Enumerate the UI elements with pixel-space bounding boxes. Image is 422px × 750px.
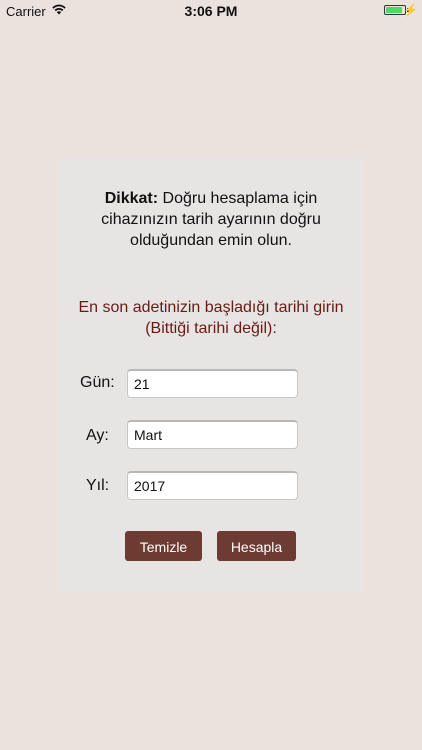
month-input[interactable]: Mart [127,420,298,449]
battery-level [386,7,403,13]
form-card: Dikkat: Doğru hesaplama için cihazınızın… [58,158,364,592]
day-label: Gün: [80,374,115,391]
warning-prefix: Dikkat: [104,190,159,207]
clear-button[interactable]: Temizle [125,531,202,561]
status-bar: Carrier 3:06 PM ⚡ [0,0,422,22]
month-label: Ay: [86,427,109,444]
day-input[interactable]: 21 [127,369,298,398]
date-prompt: En son adetinizin başladığı tarihi girin… [78,299,344,337]
warning-message: Dikkat: Doğru hesaplama için cihazınızın… [78,188,344,251]
year-label: Yıl: [86,477,110,494]
charging-bolt-icon: ⚡ [403,3,418,17]
year-input[interactable]: 2017 [127,471,298,500]
status-time: 3:06 PM [184,3,238,19]
calculate-button[interactable]: Hesapla [217,531,296,561]
